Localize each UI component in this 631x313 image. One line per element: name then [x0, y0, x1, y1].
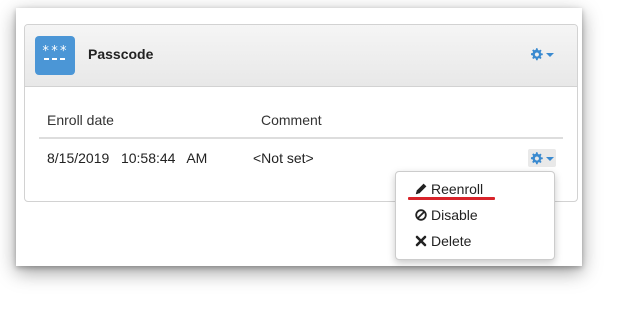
- table-header-divider: [39, 137, 563, 139]
- table-cell-comment: <Not set>: [253, 150, 314, 166]
- passcode-dots: ***: [41, 44, 69, 59]
- column-header-enroll-date: Enroll date: [47, 112, 114, 128]
- header-settings-dropdown[interactable]: [530, 48, 554, 61]
- chevron-down-icon: [546, 156, 554, 161]
- pencil-icon: [415, 183, 427, 195]
- column-header-comment: Comment: [261, 112, 322, 128]
- table-cell-enroll-date: 8/15/2019 10:58:44 AM: [47, 150, 208, 166]
- menu-item-disable[interactable]: Disable: [415, 207, 478, 223]
- chevron-down-icon: [546, 52, 554, 57]
- menu-item-delete[interactable]: Delete: [415, 233, 471, 249]
- reenroll-highlight-underline: [408, 197, 495, 200]
- menu-item-reenroll[interactable]: Reenroll: [415, 181, 483, 197]
- times-icon: [415, 235, 427, 247]
- panel-header: *** Passcode: [25, 25, 577, 87]
- menu-item-label: Reenroll: [431, 181, 484, 197]
- passcode-icon: ***: [35, 36, 75, 75]
- gear-icon: [530, 152, 543, 165]
- menu-item-label: Disable: [431, 207, 478, 223]
- gear-icon: [530, 48, 543, 61]
- menu-item-label: Delete: [431, 233, 472, 249]
- row-actions-menu: Reenroll Disable Delete: [395, 171, 555, 260]
- passcode-dashes: [44, 58, 66, 60]
- panel-title: Passcode: [88, 46, 154, 62]
- ban-icon: [415, 209, 427, 221]
- row-settings-dropdown[interactable]: [530, 152, 554, 165]
